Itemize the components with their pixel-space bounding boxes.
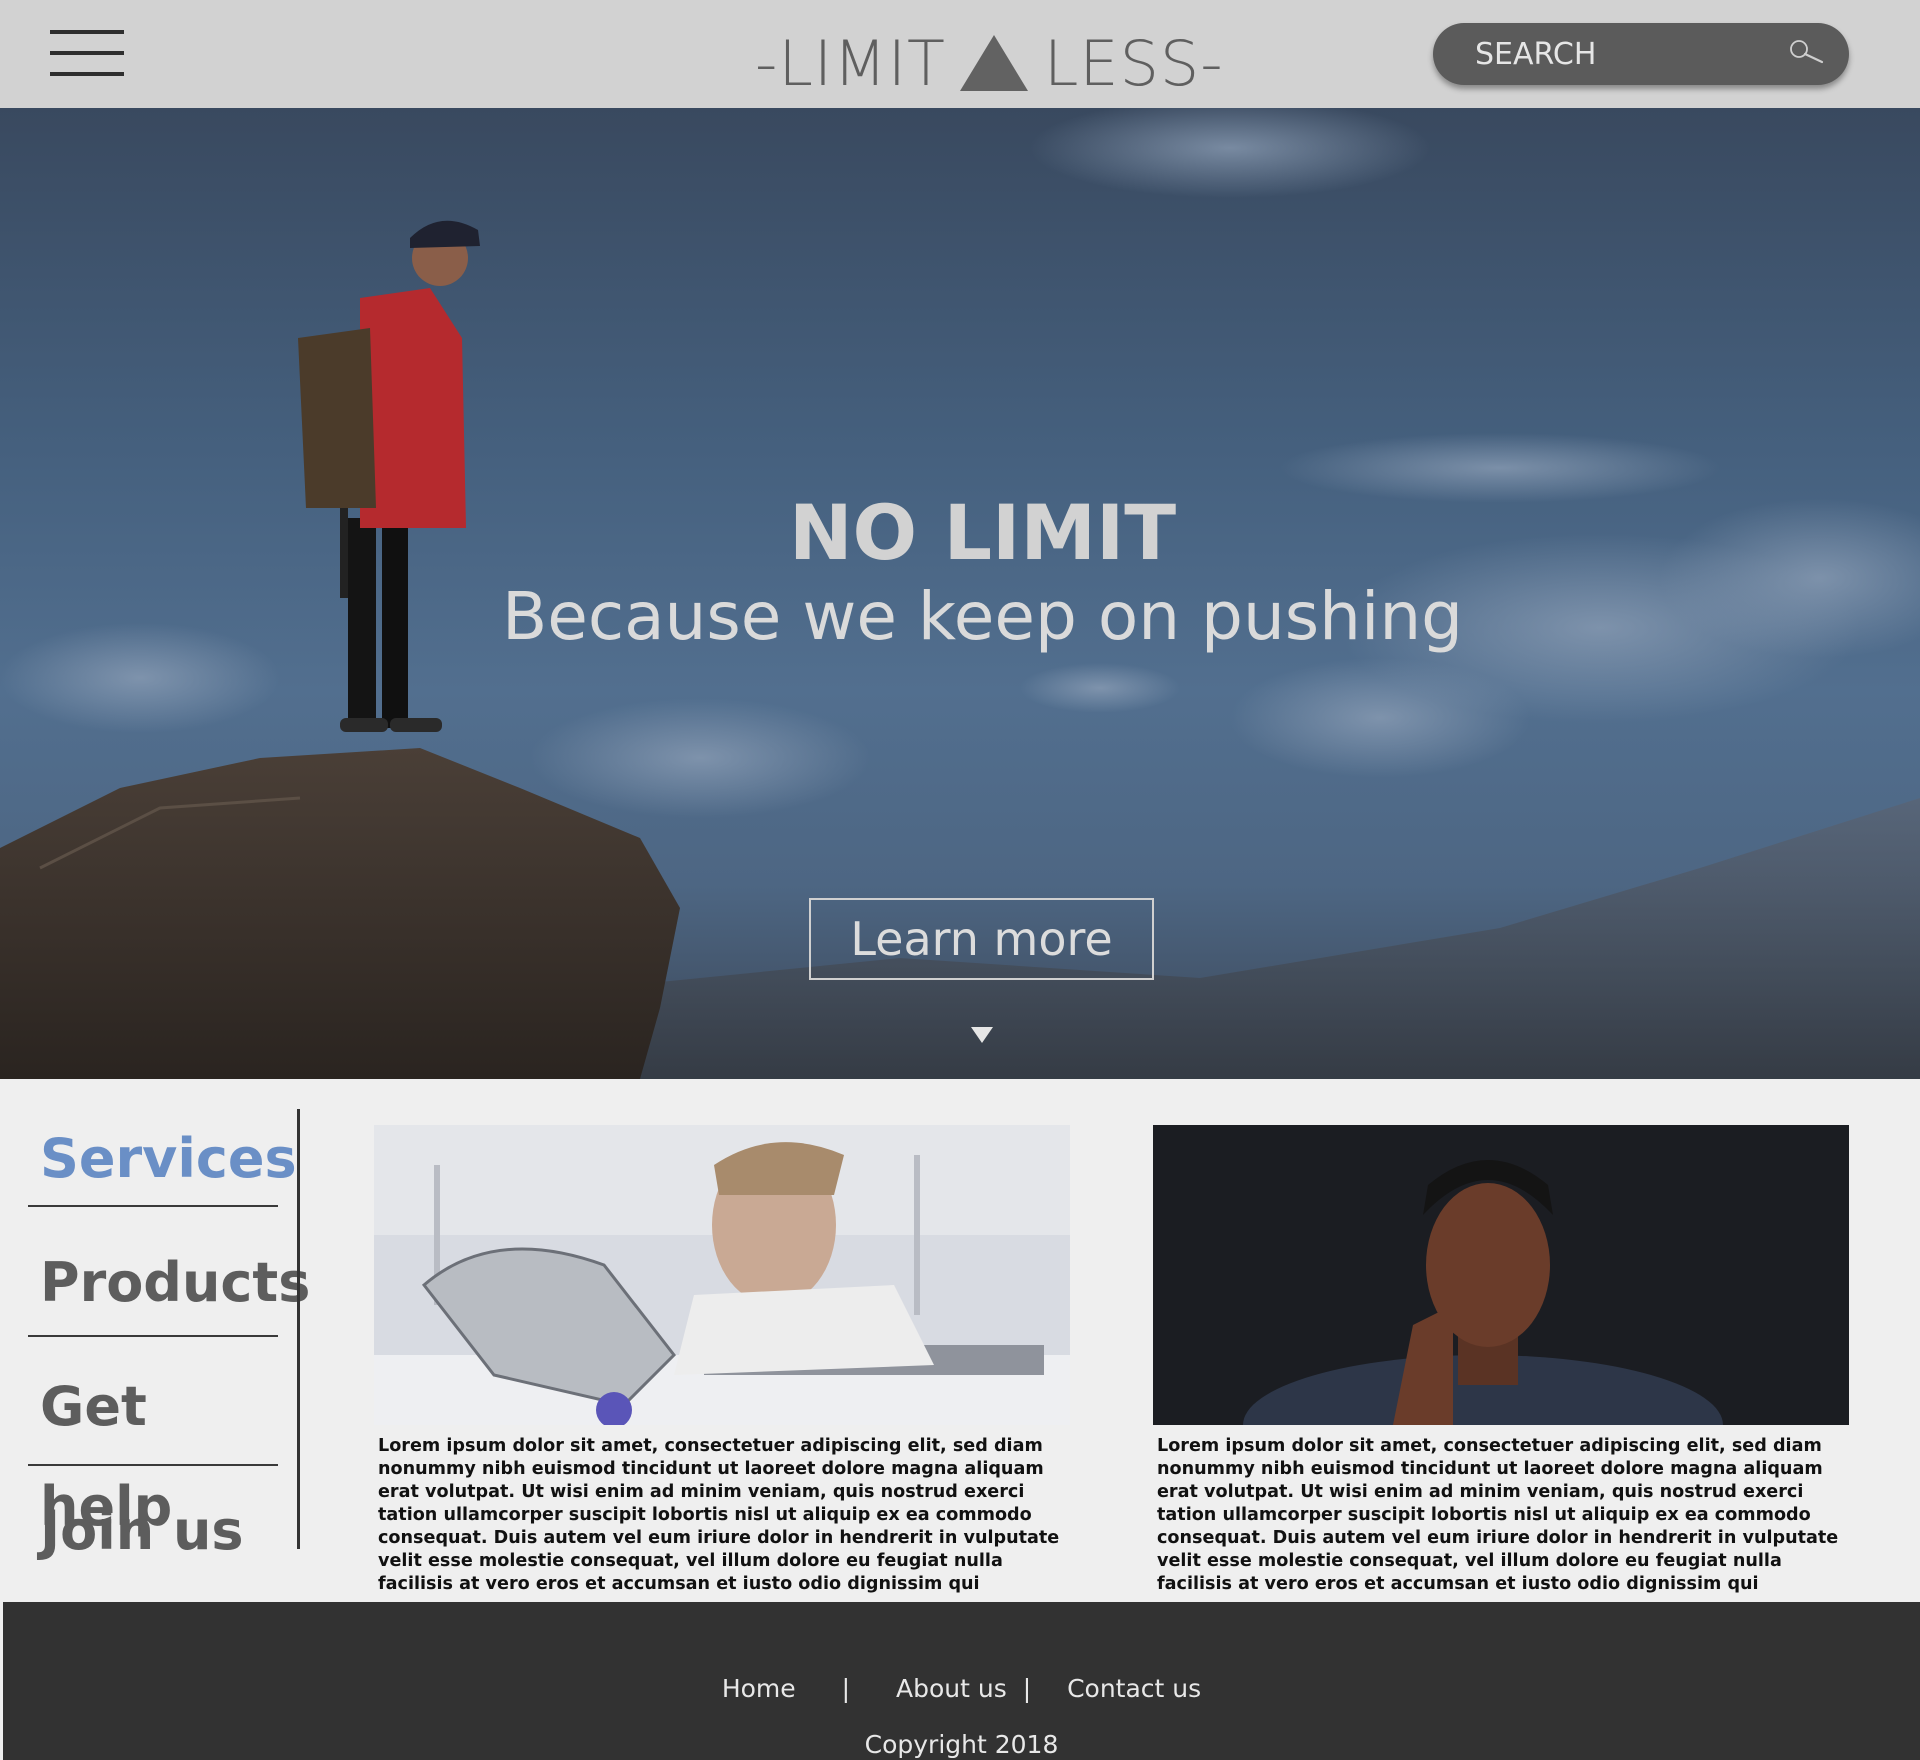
card-image-portrait[interactable]: [1153, 1125, 1849, 1425]
hero-title: NO LIMIT: [788, 488, 1177, 577]
menu-bar: [50, 30, 124, 34]
logo-text-left: -LIMIT: [755, 26, 946, 100]
footer-link-contact-us[interactable]: Contact us: [1067, 1674, 1201, 1703]
card-description: Lorem ipsum dolor sit amet, consectetuer…: [378, 1436, 1060, 1594]
sidebar-item-products[interactable]: Products: [28, 1233, 310, 1357]
scroll-down-icon[interactable]: [971, 1027, 993, 1043]
footer-links: Home | About us | Contact us: [3, 1674, 1920, 1703]
footer-link-home[interactable]: Home: [722, 1674, 796, 1703]
menu-bar: [50, 72, 124, 76]
sidebar-item-get-help[interactable]: Get help: [28, 1357, 278, 1538]
menu-bar: [50, 51, 124, 55]
footer-link-about-us[interactable]: About us: [896, 1674, 1007, 1703]
card-description: Lorem ipsum dolor sit amet, consectetuer…: [1157, 1436, 1839, 1594]
learn-more-button[interactable]: Learn more: [809, 898, 1154, 980]
sidebar-item-services[interactable]: Services: [28, 1109, 297, 1233]
vertical-divider: [297, 1109, 300, 1549]
hero-subtitle: Because we keep on pushing: [501, 578, 1464, 655]
search-input[interactable]: [1475, 35, 1775, 73]
triangle-logo-icon: [959, 35, 1028, 91]
services-section: Services Products Get help Join us Lorem…: [0, 1079, 1920, 1602]
copyright-text: Copyright 2018: [864, 1730, 1059, 1759]
footer-separator: |: [841, 1674, 851, 1703]
nav-divider: [28, 1205, 278, 1207]
nav-divider: [28, 1335, 278, 1337]
site-logo[interactable]: -LIMIT LESS-: [755, 26, 1224, 100]
hero-banner: NO LIMIT Because we keep on pushing Lear…: [0, 108, 1920, 1079]
hamburger-menu-icon[interactable]: [50, 30, 124, 78]
content-card: Lorem ipsum dolor sit amet, consectetuer…: [374, 1125, 1070, 1596]
nav-divider: [28, 1464, 278, 1466]
content-card: Lorem ipsum dolor sit amet, consectetuer…: [1153, 1125, 1849, 1596]
side-navigation: Services Products Get help Join us: [28, 1109, 310, 1605]
footer-separator: |: [1022, 1674, 1032, 1703]
site-footer: Home | About us | Contact us Copyright 2…: [3, 1602, 1920, 1760]
search-icon[interactable]: [1786, 37, 1826, 71]
search-bar: [1433, 23, 1849, 85]
logo-text-right: LESS-: [1043, 26, 1224, 100]
card-image-robot-arm[interactable]: [374, 1125, 1070, 1425]
site-header: -LIMIT LESS-: [0, 0, 1920, 108]
sidebar-item-join-us[interactable]: Join us: [28, 1481, 278, 1605]
